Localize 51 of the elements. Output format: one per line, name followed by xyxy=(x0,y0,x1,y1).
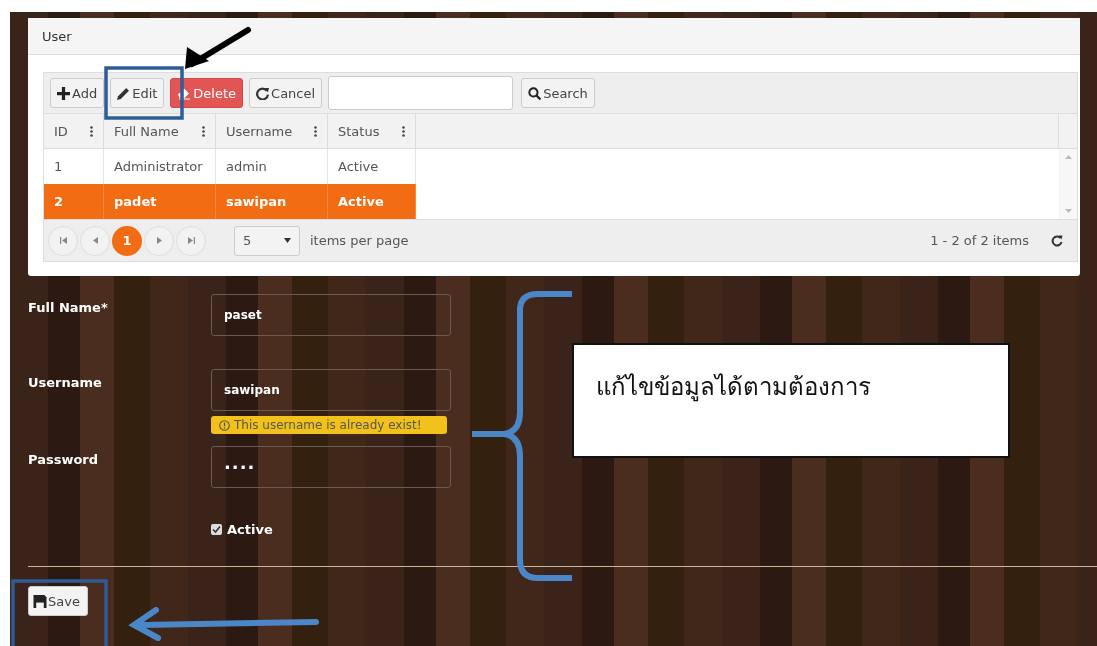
search-button[interactable]: Search xyxy=(521,78,595,108)
first-page-icon xyxy=(59,237,67,244)
previous-page-icon xyxy=(92,237,98,244)
validation-warning: This username is already exist! xyxy=(211,416,447,434)
page-size-dropdown[interactable]: 5 xyxy=(234,225,300,256)
save-button[interactable]: Save xyxy=(28,586,88,616)
column-header[interactable]: Status xyxy=(328,114,416,148)
column-header[interactable]: Username xyxy=(216,114,328,148)
last-page-icon xyxy=(187,237,195,244)
kebab-menu-icon[interactable] xyxy=(90,125,93,137)
scrollbar[interactable] xyxy=(1059,149,1077,219)
kebab-menu-icon[interactable] xyxy=(402,125,405,137)
edit-button[interactable]: Edit xyxy=(110,78,165,108)
input-field[interactable]: sawipan xyxy=(211,369,451,411)
kebab-menu-icon[interactable] xyxy=(314,125,317,137)
plus-icon xyxy=(57,86,70,100)
warning-icon xyxy=(219,419,230,431)
refresh-icon[interactable] xyxy=(1051,234,1063,247)
search-icon xyxy=(528,86,542,100)
callout-text: แก้ไขข้อมูลได้ตามต้องการ xyxy=(572,343,1010,458)
pencil-icon xyxy=(117,86,131,100)
first-page-button[interactable] xyxy=(48,225,78,256)
password-field[interactable]: ···· xyxy=(211,446,451,488)
refresh-icon xyxy=(256,86,270,100)
table-cell: 2 xyxy=(44,184,104,219)
column-header[interactable]: ID xyxy=(44,114,104,148)
scroll-down-icon xyxy=(1064,209,1072,213)
last-page-button[interactable] xyxy=(176,225,206,256)
kebab-menu-icon[interactable] xyxy=(202,125,205,137)
field-label: Password xyxy=(28,451,100,469)
checkbox[interactable] xyxy=(211,524,222,535)
search-field[interactable] xyxy=(328,76,514,110)
next-page-icon xyxy=(156,237,162,244)
delete-button[interactable]: Delete xyxy=(170,78,244,108)
table-cell: Active xyxy=(328,184,416,219)
cancel-button[interactable]: Cancel xyxy=(249,78,323,108)
eraser-icon xyxy=(177,86,192,100)
table-cell: padet xyxy=(104,184,216,219)
checkbox-label: Active xyxy=(227,522,273,537)
panel-title: User xyxy=(28,18,1080,55)
items-per-page-label: items per page xyxy=(310,233,409,248)
pager-summary: 1 - 2 of 2 items xyxy=(930,233,1029,248)
caret-icon xyxy=(284,238,291,243)
scroll-up-icon xyxy=(1064,155,1072,159)
table-cell: sawipan xyxy=(216,184,328,219)
pointer-arrow xyxy=(182,26,252,72)
column-header[interactable]: Full Name xyxy=(104,114,216,148)
input-field[interactable]: paset xyxy=(211,294,451,336)
field-label: Username xyxy=(28,374,103,392)
add-button[interactable]: Add xyxy=(50,78,105,108)
field-label: Full Name* xyxy=(28,299,109,317)
